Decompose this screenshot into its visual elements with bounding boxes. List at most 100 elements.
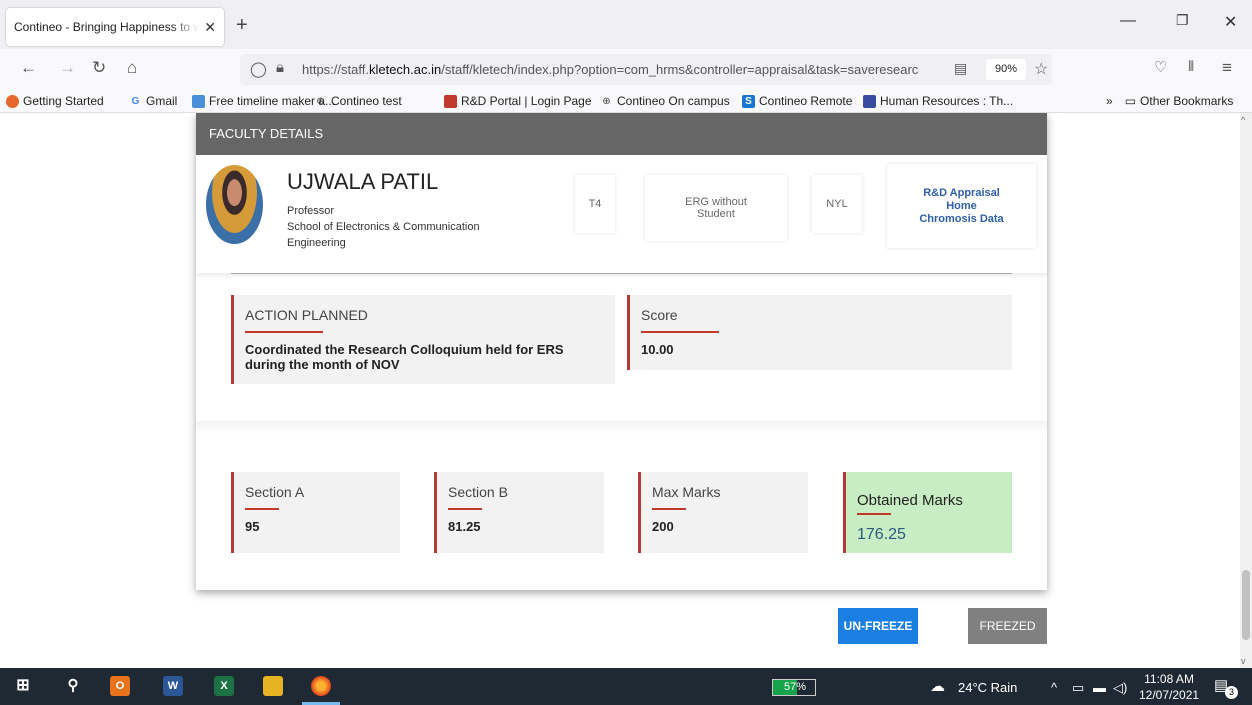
vertical-scrollbar[interactable]: ^ v [1240,113,1252,668]
score-label: Score [641,307,678,323]
navigation-bar: ← → ↻ ⌂ ◯ 🔒︎ https://staff.kletech.ac.in… [0,49,1252,89]
battery-tray-icon[interactable]: ▬ [1093,680,1106,695]
page-viewport: FACULTY DETAILS UJWALA PATIL Professor S… [0,113,1240,668]
faculty-school: School of Electronics & Communication En… [287,221,480,249]
rd-portal-icon [444,94,457,108]
outlook-icon[interactable]: O [110,676,130,696]
reload-icon[interactable]: ↻ [92,58,106,78]
score-value: 10.00 [641,342,674,357]
bookmark-star-icon[interactable]: ☆ [1034,59,1048,79]
globe-icon: ⊕ [602,95,611,107]
divider [231,273,1012,274]
chevron-right-icon: » [1106,94,1113,108]
bookmark-contineo-test[interactable]: ⊕ Contineo test [314,94,401,108]
section-b-label: Section B [448,484,508,500]
scrollbar-thumb[interactable] [1242,570,1250,640]
firefox-icon [6,94,19,108]
back-icon[interactable]: ← [20,58,37,78]
obtained-marks-value: 176.25 [857,526,906,543]
google-icon: G [131,95,140,107]
action-planned-box: ACTION PLANNED Coordinated the Research … [231,295,615,384]
crest-icon [863,94,876,108]
max-marks-value: 200 [652,519,674,534]
max-marks-label: Max Marks [652,484,721,500]
chromosis-data-link[interactable]: Chromosis Data [919,213,1003,226]
weather-text[interactable]: 24°C Rain [958,680,1017,695]
rain-cloud-icon: ☁ [930,678,945,695]
bookmark-contineo-campus[interactable]: ⊕ Contineo On campus [600,94,729,108]
firefox-taskbar-icon[interactable] [311,676,331,696]
lock-icon[interactable]: 🔒︎ [276,59,284,76]
globe-icon: ⊕ [316,95,325,107]
battery-indicator[interactable]: 57% [772,679,816,696]
max-marks-box: Max Marks 200 [638,472,808,553]
bookmark-contineo-remote[interactable]: S Contineo Remote [742,94,852,108]
section-b-box: Section B 81.25 [434,472,604,553]
volume-icon[interactable]: ◁) [1113,680,1127,696]
close-window-icon[interactable]: ✕ [1224,12,1237,32]
minimize-icon[interactable]: — [1120,12,1136,30]
notification-count: 3 [1225,686,1238,699]
library-icon[interactable]: ⦀ [1188,58,1194,75]
avatar [206,165,263,244]
battery-percent: 57% [783,681,807,693]
word-icon[interactable]: W [163,676,183,696]
clock-time: 11:08 AM [1144,672,1194,686]
shield-icon[interactable]: ◯ [250,60,267,78]
label-underline [857,513,891,515]
freezed-button[interactable]: FREEZED [968,608,1047,644]
appraisal-links: R&D Appraisal Home Chromosis Data [887,164,1036,248]
home-link[interactable]: Home [946,200,977,213]
pocket-icon[interactable]: ♡ [1154,58,1167,76]
bookmark-getting-started[interactable]: Getting Started [6,94,104,108]
chevron-up-icon[interactable]: ^ [1051,680,1057,695]
taskbar: ⊞ ⚲ O W X 57% ☁ 24°C Rain ^ ▭ ▬ ◁) 11:08… [0,668,1252,705]
network-icon[interactable]: ▭ [1072,680,1084,696]
faculty-role: Professor School of Electronics & Commun… [287,203,517,251]
url-bar[interactable]: ◯ 🔒︎ https://staff.kletech.ac.in/staff/k… [240,54,1052,85]
forward-icon[interactable]: → [59,58,76,78]
action-planned-label: ACTION PLANNED [245,307,368,323]
excel-icon[interactable]: X [214,676,234,696]
bookmark-human-resources[interactable]: Human Resources : Th... [863,94,1013,108]
menu-icon[interactable]: ≡ [1222,58,1232,78]
section-b-value: 81.25 [448,519,481,534]
rd-appraisal-link[interactable]: R&D Appraisal [923,187,1000,200]
tab-title: Contineo - Bringing Happiness to w [14,20,199,34]
faculty-name: UJWALA PATIL [287,169,439,194]
label-underline [448,508,482,510]
bookmarks-bar: Getting Started G Gmail Free timeline ma… [0,89,1252,113]
bookmark-gmail[interactable]: G Gmail [129,94,178,108]
unfreeze-button[interactable]: UN-FREEZE [838,608,918,644]
faculty-profile: UJWALA PATIL Professor School of Electro… [196,155,1047,273]
category-badge: ERG without Student [645,175,787,241]
obtained-marks-box: Obtained Marks 176.25 [843,472,1012,553]
url-text[interactable]: https://staff.kletech.ac.in/staff/kletec… [302,62,952,77]
file-explorer-icon[interactable] [263,676,283,696]
section-a-box: Section A 95 [231,472,400,553]
faculty-details-card: FACULTY DETAILS UJWALA PATIL Professor S… [196,113,1047,590]
clock[interactable]: 11:08 AM 12/07/2021 [1139,671,1199,703]
home-icon[interactable]: ⌂ [127,58,137,78]
section-divider [196,421,1047,435]
contineo-icon: S [742,94,755,108]
zoom-level[interactable]: 90% [986,59,1026,80]
restore-icon[interactable]: ❐ [1176,12,1189,29]
clock-date: 12/07/2021 [1139,688,1200,702]
windows-start-icon[interactable]: ⊞ [13,676,33,696]
folder-icon: ▭ [1124,94,1137,108]
browser-tab[interactable]: Contineo - Bringing Happiness to w ✕ [6,8,224,46]
status-badge: NYL [812,175,862,233]
search-icon[interactable]: ⚲ [63,676,83,696]
label-underline [652,508,686,510]
scroll-up-icon[interactable]: ^ [1241,115,1245,125]
bookmarks-overflow[interactable]: » ▭ Other Bookmarks [1106,94,1233,108]
new-tab-icon[interactable]: + [236,14,248,37]
timeline-icon [192,94,205,108]
faculty-designation: Professor [287,205,335,217]
bookmark-rd-portal[interactable]: R&D Portal | Login Page [444,94,592,108]
scroll-down-icon[interactable]: v [1241,656,1246,666]
obtained-marks-label: Obtained Marks [857,492,963,509]
reader-view-icon[interactable]: ▤ [954,60,967,77]
close-tab-icon[interactable]: ✕ [204,19,216,36]
